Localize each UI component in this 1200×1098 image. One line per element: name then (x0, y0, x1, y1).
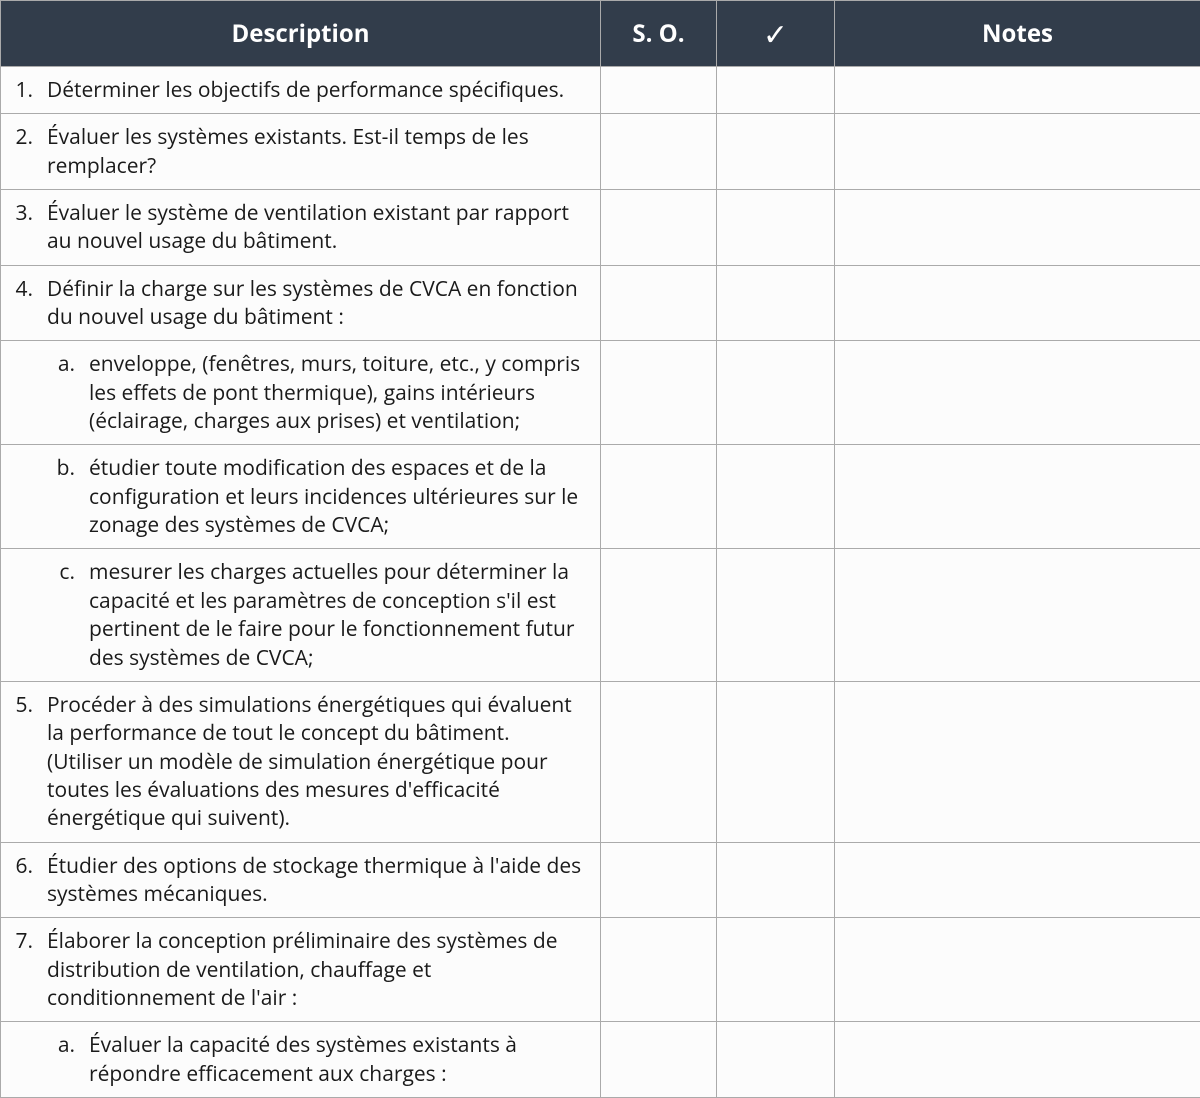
cell-check[interactable] (717, 681, 835, 842)
cell-check[interactable] (717, 190, 835, 266)
cell-check[interactable] (717, 549, 835, 681)
cell-check[interactable] (717, 114, 835, 190)
cell-description: a.enveloppe, (fenêtres, murs, toiture, e… (1, 341, 601, 445)
cell-description: 7.Élaborer la conception préliminaire de… (1, 918, 601, 1022)
cell-so[interactable] (601, 549, 717, 681)
item-number: 3. (9, 199, 33, 256)
cell-notes[interactable] (835, 265, 1200, 341)
item-text: Évaluer les systèmes existants. Est-il t… (47, 123, 588, 180)
cell-check[interactable] (717, 67, 835, 114)
item-text: Déterminer les objectifs de performance … (47, 76, 588, 104)
cell-notes[interactable] (835, 67, 1200, 114)
cell-description: c.mesurer les charges actuelles pour dét… (1, 549, 601, 681)
table-row: 3.Évaluer le système de ventilation exis… (1, 190, 1200, 266)
cell-description: 6.Étudier des options de stockage thermi… (1, 842, 601, 918)
cell-check[interactable] (717, 341, 835, 445)
cell-so[interactable] (601, 265, 717, 341)
cell-notes[interactable] (835, 190, 1200, 266)
table-row: a.Évaluer la capacité des systèmes exist… (1, 1022, 1200, 1098)
cell-so[interactable] (601, 445, 717, 549)
table-row: 5.Procéder à des simulations énergétique… (1, 681, 1200, 842)
item-number: c. (51, 558, 75, 671)
table-row: 4.Définir la charge sur les systèmes de … (1, 265, 1200, 341)
check-icon: ✓ (763, 13, 788, 54)
cell-description: 5.Procéder à des simulations énergétique… (1, 681, 601, 842)
item-text: Évaluer la capacité des systèmes existan… (89, 1031, 588, 1088)
cell-notes[interactable] (835, 114, 1200, 190)
cell-check[interactable] (717, 1022, 835, 1098)
cell-so[interactable] (601, 1022, 717, 1098)
cell-description: 4.Définir la charge sur les systèmes de … (1, 265, 601, 341)
cell-notes[interactable] (835, 842, 1200, 918)
table-row: 1. Déterminer les objectifs de performanc… (1, 67, 1200, 114)
cell-description: 3.Évaluer le système de ventilation exis… (1, 190, 601, 266)
cell-description: b.étudier toute modification des espaces… (1, 445, 601, 549)
header-check: ✓ (717, 1, 835, 67)
cell-notes[interactable] (835, 549, 1200, 681)
header-description: Description (1, 1, 601, 67)
item-number: 1. (9, 76, 33, 104)
item-text: enveloppe, (fenêtres, murs, toiture, etc… (89, 350, 588, 435)
cell-so[interactable] (601, 114, 717, 190)
item-text: Élaborer la conception préliminaire des … (47, 927, 588, 1012)
item-text: Étudier des options de stockage thermiqu… (47, 852, 588, 909)
cell-notes[interactable] (835, 1022, 1200, 1098)
cell-check[interactable] (717, 918, 835, 1022)
cell-description: 2.Évaluer les systèmes existants. Est-il… (1, 114, 601, 190)
item-text: mesurer les charges actuelles pour déter… (89, 558, 588, 671)
cell-notes[interactable] (835, 341, 1200, 445)
item-text: Procéder à des simulations énergétiques … (47, 691, 588, 833)
item-number: a. (51, 350, 75, 435)
cell-description: 1. Déterminer les objectifs de performanc… (1, 67, 601, 114)
table-row: 2.Évaluer les systèmes existants. Est-il… (1, 114, 1200, 190)
item-number: 6. (9, 852, 33, 909)
cell-notes[interactable] (835, 681, 1200, 842)
cell-check[interactable] (717, 265, 835, 341)
item-number: 7. (9, 927, 33, 1012)
item-number: 4. (9, 275, 33, 332)
cell-so[interactable] (601, 681, 717, 842)
cell-so[interactable] (601, 341, 717, 445)
item-number: b. (51, 454, 75, 539)
table-row: 7.Élaborer la conception préliminaire de… (1, 918, 1200, 1022)
cell-check[interactable] (717, 445, 835, 549)
table-row: a.enveloppe, (fenêtres, murs, toiture, e… (1, 341, 1200, 445)
table-row: 6.Étudier des options de stockage thermi… (1, 842, 1200, 918)
cell-so[interactable] (601, 190, 717, 266)
table-row: b.étudier toute modification des espaces… (1, 445, 1200, 549)
table-header-row: Description S. O. ✓ Notes (1, 1, 1200, 67)
item-text: Évaluer le système de ventilation exista… (47, 199, 588, 256)
cell-check[interactable] (717, 842, 835, 918)
item-number: 5. (9, 691, 33, 833)
cell-notes[interactable] (835, 918, 1200, 1022)
cell-description: a.Évaluer la capacité des systèmes exist… (1, 1022, 601, 1098)
item-text: Définir la charge sur les systèmes de CV… (47, 275, 588, 332)
header-notes: Notes (835, 1, 1200, 67)
cell-so[interactable] (601, 67, 717, 114)
cell-so[interactable] (601, 842, 717, 918)
header-so: S. O. (601, 1, 717, 67)
cell-so[interactable] (601, 918, 717, 1022)
item-number: 2. (9, 123, 33, 180)
item-number: a. (51, 1031, 75, 1088)
checklist-table: Description S. O. ✓ Notes 1. Déterminer l… (0, 0, 1200, 1098)
item-text: étudier toute modification des espaces e… (89, 454, 588, 539)
table-row: c.mesurer les charges actuelles pour dét… (1, 549, 1200, 681)
cell-notes[interactable] (835, 445, 1200, 549)
